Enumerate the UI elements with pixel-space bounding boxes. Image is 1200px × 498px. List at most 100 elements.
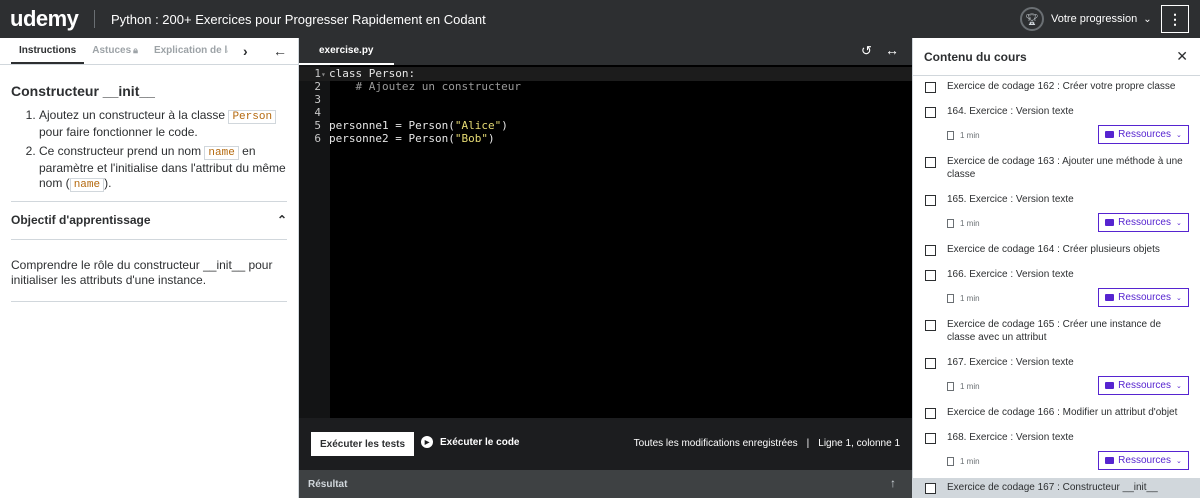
resources-button[interactable]: Ressources ⌄ xyxy=(1098,213,1189,232)
duration-label: 1 min xyxy=(960,294,980,303)
resources-label: Ressources xyxy=(1118,292,1171,303)
status-separator: | xyxy=(806,438,810,449)
lesson-duration: 1 min xyxy=(947,382,980,391)
duration-label: 1 min xyxy=(960,219,980,228)
resources-button[interactable]: Ressources ⌄ xyxy=(1098,376,1189,395)
document-icon xyxy=(947,457,954,466)
result-bar[interactable]: Résultat ↑ xyxy=(299,470,912,498)
line-number: 2 xyxy=(314,80,321,93)
duration-label: 1 min xyxy=(960,131,980,140)
objective-bottom-divider xyxy=(11,301,287,302)
lesson-item[interactable]: 165. Exercice : Version texte 1 min Ressou… xyxy=(913,190,1200,240)
inline-code-name: name xyxy=(204,146,239,160)
lesson-duration: 1 min xyxy=(947,294,980,303)
document-icon xyxy=(947,131,954,140)
code-editor-panel: exercise.py ↺ ↔ 1▾ class Person: 2 # Ajout… xyxy=(299,38,912,498)
chevron-down-icon: ⌄ xyxy=(1143,13,1152,25)
lesson-item[interactable]: Exercice de codage 165 : Créer une insta… xyxy=(913,315,1200,353)
expand-icon[interactable]: ↔ xyxy=(885,42,899,58)
lesson-item[interactable]: Exercice de codage 164 : Créer plusieurs… xyxy=(913,240,1200,265)
code-comment: # Ajoutez un constructeur xyxy=(329,80,522,93)
progress-button[interactable]: 🏆︎ Votre progression ⌄ xyxy=(1020,6,1152,32)
document-icon xyxy=(947,219,954,228)
lesson-checkbox[interactable] xyxy=(925,320,936,331)
resources-button[interactable]: Ressources ⌄ xyxy=(1098,125,1189,144)
collapse-panel-arrow-icon[interactable]: ← xyxy=(273,43,287,59)
lesson-item[interactable]: Exercice de codage 162 : Créer votre pro… xyxy=(913,77,1200,102)
line-number: 1 xyxy=(314,67,321,80)
reset-icon[interactable]: ↺ xyxy=(861,43,872,59)
resources-label: Ressources xyxy=(1118,380,1171,391)
tab-hints[interactable]: Astuces 🔒︎ xyxy=(84,45,146,64)
line-number: 3 xyxy=(314,93,321,106)
run-code-button[interactable]: ▶ Exécuter le code xyxy=(421,436,519,448)
lesson-item[interactable]: Exercice de codage 163 : Ajouter une mét… xyxy=(913,152,1200,190)
lesson-item[interactable]: Exercice de codage 166 : Modifier un att… xyxy=(913,403,1200,428)
step-2: Ce constructeur prend un nom name en par… xyxy=(39,144,287,193)
run-code-label: Exécuter le code xyxy=(440,436,520,448)
lock-icon: 🔒︎ xyxy=(133,45,138,55)
file-tab[interactable]: exercise.py xyxy=(299,38,394,65)
lesson-item[interactable]: 164. Exercice : Version texte 1 min Ressou… xyxy=(913,102,1200,152)
objective-text: Comprendre le rôle du constructeur __ini… xyxy=(11,258,273,287)
code-line[interactable]: 2 # Ajoutez un constructeur xyxy=(299,80,521,93)
lesson-checkbox[interactable] xyxy=(925,483,936,494)
close-icon[interactable]: ✕ xyxy=(1176,48,1188,65)
chevron-down-icon: ⌄ xyxy=(1175,294,1182,302)
lesson-title: Exercice de codage 166 : Modifier un att… xyxy=(947,407,1178,418)
lesson-checkbox[interactable] xyxy=(925,245,936,256)
resources-button[interactable]: Ressources ⌄ xyxy=(1098,451,1189,470)
chevron-down-icon: ⌄ xyxy=(1175,457,1182,465)
code-line[interactable]: 1▾ class Person: xyxy=(299,67,912,81)
lesson-checkbox[interactable] xyxy=(925,195,936,206)
folder-icon xyxy=(1105,131,1115,138)
lesson-title: Exercice de codage 163 : Ajouter une mét… xyxy=(947,156,1183,180)
lesson-item[interactable]: 167. Exercice : Version texte 1 min Ressou… xyxy=(913,353,1200,403)
code-line[interactable]: 3 xyxy=(299,93,329,106)
folder-icon xyxy=(1105,382,1115,389)
run-tests-button[interactable]: Exécuter les tests xyxy=(311,432,415,456)
lesson-duration: 1 min xyxy=(947,219,980,228)
code-line[interactable]: 5 personne1 = Person("Alice") xyxy=(299,119,507,132)
lesson-checkbox[interactable] xyxy=(925,408,936,419)
tabs-next-arrow-icon[interactable]: › xyxy=(243,43,248,59)
lesson-checkbox[interactable] xyxy=(925,157,936,168)
code-line[interactable]: 4 xyxy=(299,106,329,119)
more-options-button[interactable]: ⋮ xyxy=(1161,5,1189,33)
editor-status: Toutes les modifications enregistrées | … xyxy=(634,438,900,449)
course-title[interactable]: Python : 200+ Exercices pour Progresser … xyxy=(111,12,486,27)
arrow-up-icon[interactable]: ↑ xyxy=(890,476,896,490)
objective-toggle[interactable]: Objectif d'apprentissage ⌃ xyxy=(0,202,298,239)
result-label: Résultat xyxy=(308,478,348,490)
lesson-checkbox[interactable] xyxy=(925,82,936,93)
lesson-checkbox[interactable] xyxy=(925,358,936,369)
lesson-duration: 1 min xyxy=(947,131,980,140)
step-2-text: Ce constructeur prend un nom xyxy=(39,144,205,158)
document-icon xyxy=(947,382,954,391)
code-line[interactable]: 6 personne2 = Person("Bob") xyxy=(299,132,494,145)
lesson-item[interactable]: Exercice de codage 167 : Constructeur __… xyxy=(913,478,1200,498)
lesson-checkbox[interactable] xyxy=(925,107,936,118)
editor-tabs: exercise.py ↺ ↔ xyxy=(299,38,912,65)
lesson-duration: 1 min xyxy=(947,457,980,466)
lesson-checkbox[interactable] xyxy=(925,270,936,281)
tab-hints-label: Astuces xyxy=(92,45,132,56)
tab-instructions[interactable]: Instructions xyxy=(11,45,85,64)
resources-label: Ressources xyxy=(1118,217,1171,228)
code-area[interactable]: 1▾ class Person: 2 # Ajoutez un constructe… xyxy=(299,65,912,418)
lesson-checkbox[interactable] xyxy=(925,433,936,444)
line-number: 6 xyxy=(314,132,321,145)
lesson-item[interactable]: 166. Exercice : Version texte 1 min Ressou… xyxy=(913,265,1200,315)
lesson-item[interactable]: 168. Exercice : Version texte 1 min Ressou… xyxy=(913,428,1200,478)
course-content-sidebar: Contenu du cours ✕ Exercice de codage 16… xyxy=(912,38,1200,498)
line-number: 5 xyxy=(314,119,321,132)
top-bar: udemy Python : 200+ Exercices pour Progr… xyxy=(0,0,1200,38)
tab-explanation[interactable]: Explication de la s xyxy=(146,45,228,64)
folder-icon xyxy=(1105,457,1115,464)
resources-button[interactable]: Ressources ⌄ xyxy=(1098,288,1189,307)
code-string: "Bob" xyxy=(454,132,488,145)
sidebar-title: Contenu du cours xyxy=(924,49,1027,64)
code-text: # Ajoutez un constructeur xyxy=(329,80,521,93)
udemy-logo[interactable]: udemy xyxy=(0,0,79,38)
saved-status: Toutes les modifications enregistrées xyxy=(633,438,798,449)
